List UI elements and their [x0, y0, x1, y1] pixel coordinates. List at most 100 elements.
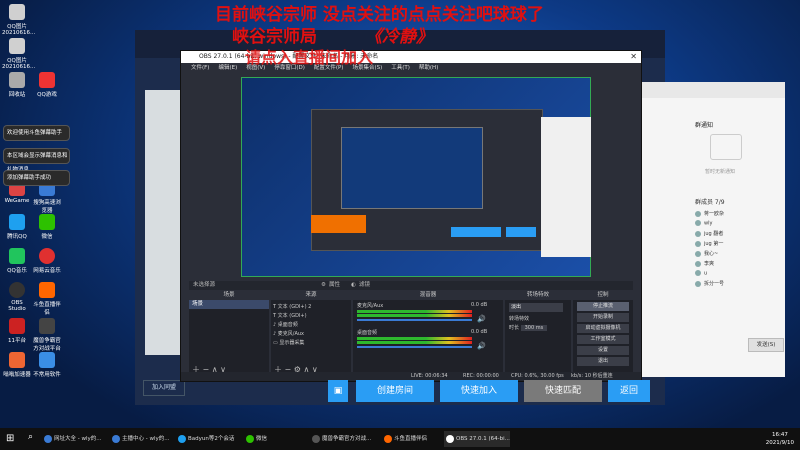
member-name: 蒋一欧杂: [704, 211, 725, 217]
filters-icon[interactable]: ◐: [351, 281, 356, 290]
create-room-button[interactable]: 创建房间: [356, 380, 434, 402]
qq-icon: [178, 435, 186, 443]
room-icon[interactable]: ▣: [328, 380, 348, 402]
scenes-header: 场景: [189, 291, 269, 300]
member-item[interactable]: jug 翻者: [695, 230, 723, 237]
member-name: jug 翻者: [704, 231, 724, 237]
taskbar-item[interactable]: 魔兽争霸官方对战...: [310, 431, 371, 447]
source-item[interactable]: ♪ 桌面音频: [273, 321, 298, 328]
volume-slider[interactable]: [357, 319, 472, 321]
menu-file[interactable]: 文件(F): [191, 65, 209, 71]
member-item[interactable]: jug 第一: [695, 240, 723, 247]
windows-start-icon[interactable]: ⊞: [6, 433, 14, 444]
qq-game-icon: [39, 72, 55, 88]
member-item[interactable]: 李爽: [695, 260, 714, 267]
avatar: [695, 240, 701, 247]
member-item[interactable]: 我心~: [695, 250, 718, 257]
source-item[interactable]: T 文本 (GDI+) 2: [273, 303, 311, 310]
taskbar-item[interactable]: 主播中心 - wly的...: [110, 431, 170, 447]
duration-input[interactable]: 300 ms: [520, 325, 548, 331]
source-item[interactable]: ♪ 麦克风/Aux: [273, 330, 304, 337]
desktop-icon[interactable]: QQ音乐: [2, 248, 32, 274]
desktop-icon[interactable]: 11平台: [2, 318, 32, 344]
obs-preview[interactable]: [241, 77, 591, 277]
avatar: [695, 250, 701, 257]
desktop-icon[interactable]: QQ图片20210616...: [2, 38, 35, 70]
controls-header: 控制: [573, 291, 633, 300]
back-button[interactable]: 返回: [608, 380, 650, 402]
mixer-db: 0.0 dB: [471, 329, 488, 335]
qq-icon: [9, 214, 25, 230]
close-icon[interactable]: ✕: [630, 51, 637, 63]
empty-notice-icon: [710, 134, 742, 160]
exit-button[interactable]: 退出: [577, 357, 629, 366]
gear-icon: [39, 352, 55, 368]
transition-select[interactable]: 淡出: [509, 303, 563, 312]
desktop-icon[interactable]: 斗鱼直播伴侣: [32, 282, 62, 316]
controls-dock: 控制 停止推流 开始录制 启动虚拟摄像机 工作室模式 设置 退出: [573, 291, 633, 377]
scene-item[interactable]: 场景: [189, 300, 269, 309]
member-item[interactable]: 拆分一号: [695, 280, 724, 287]
volume-slider[interactable]: [357, 346, 472, 348]
taskbar-item[interactable]: 微信: [244, 431, 267, 447]
start-recording-button[interactable]: 开始录制: [577, 313, 629, 322]
avatar: [695, 270, 701, 276]
taskbar-item[interactable]: 斗鱼直播伴侣: [382, 431, 427, 447]
desktop-icon[interactable]: QQ图片20210616...: [2, 4, 35, 36]
menu-edit[interactable]: 编辑(E): [218, 65, 237, 71]
quick-join-button[interactable]: 快速加入: [440, 380, 518, 402]
studio-mode-button[interactable]: 工作室模式: [577, 335, 629, 344]
search-icon[interactable]: ⌕: [28, 432, 33, 442]
desktop-icon[interactable]: OBS Studio: [2, 282, 32, 312]
member-count: 群成员 7/9: [695, 199, 725, 206]
stop-streaming-button[interactable]: 停止推流: [577, 302, 629, 311]
wechat-icon: [39, 214, 55, 230]
audio-meter: [357, 314, 472, 317]
gear-icon[interactable]: ⚙: [321, 281, 326, 290]
speaker-icon[interactable]: 🔊: [477, 315, 486, 323]
desktop-icon[interactable]: 不常用软件: [32, 352, 62, 378]
audio-mixer-dock: 混音器 麦克风/Aux 0.0 dB 🔊 桌面音频 0.0 dB 🔊: [353, 291, 503, 377]
send-button[interactable]: 发送(S): [748, 338, 784, 352]
member-name: jug 第一: [704, 241, 724, 247]
quick-match-button[interactable]: 快速匹配: [524, 380, 602, 402]
member-item[interactable]: u: [695, 270, 707, 277]
browser-icon: [44, 435, 52, 443]
menu-help[interactable]: 帮助(H): [419, 65, 438, 71]
speaker-icon[interactable]: 🔊: [477, 342, 486, 350]
desktop-icon[interactable]: 魔兽争霸官方对战平台: [32, 318, 62, 352]
virtual-camera-button[interactable]: 启动虚拟摄像机: [577, 324, 629, 333]
member-item[interactable]: wly: [695, 220, 712, 227]
nested-chat-capture: [541, 117, 591, 257]
qq-music-icon: [9, 248, 25, 264]
filters-button[interactable]: 滤镜: [359, 281, 370, 290]
avatar: [695, 280, 701, 287]
desktop-icon[interactable]: 腾讯QQ: [2, 214, 32, 240]
system-clock[interactable]: 16:47 2021/9/10: [766, 431, 794, 447]
member-name: wly: [704, 220, 713, 227]
taskbar-item[interactable]: Badyun等2个会话: [176, 431, 234, 447]
taskbar-item[interactable]: 网址大全 - wly的...: [42, 431, 102, 447]
properties-button[interactable]: 属性: [329, 281, 340, 290]
settings-button[interactable]: 设置: [577, 346, 629, 355]
taskbar: ⊞ ⌕ 网址大全 - wly的... 主播中心 - wly的... Badyun…: [0, 428, 800, 450]
menu-tools[interactable]: 工具(T): [391, 65, 410, 71]
danmu-tooltip: 本区域会显示弹幕消息和礼物消息: [3, 148, 70, 173]
desktop-icon[interactable]: 微信: [32, 214, 62, 240]
image-file-icon: [9, 4, 25, 20]
duration-label: 转场特效: [509, 316, 530, 322]
taskbar-item-active[interactable]: OBS 27.0.1 (64-bi...: [444, 431, 510, 447]
source-item[interactable]: ▭ 显示器采集: [273, 339, 304, 346]
desktop-icon[interactable]: 嗡嗡加速器: [2, 352, 32, 378]
desktop-icon[interactable]: QQ游戏: [32, 72, 62, 98]
clock-date: 2021/9/10: [765, 440, 794, 446]
desktop-icon[interactable]: 回收站: [2, 72, 32, 98]
member-name: 李爽: [704, 261, 715, 267]
source-item[interactable]: T 文本 (GDI+): [273, 312, 307, 319]
join-ally-button[interactable]: 加入同盟: [143, 380, 185, 396]
mixer-channel-label: 麦克风/Aux: [357, 303, 384, 309]
desktop-icon[interactable]: 网易云音乐: [32, 248, 62, 274]
wechat-icon: [246, 435, 254, 443]
member-item[interactable]: 蒋一欧杂: [695, 210, 724, 217]
overlay-line-2-right: 《冷静》: [365, 27, 433, 47]
